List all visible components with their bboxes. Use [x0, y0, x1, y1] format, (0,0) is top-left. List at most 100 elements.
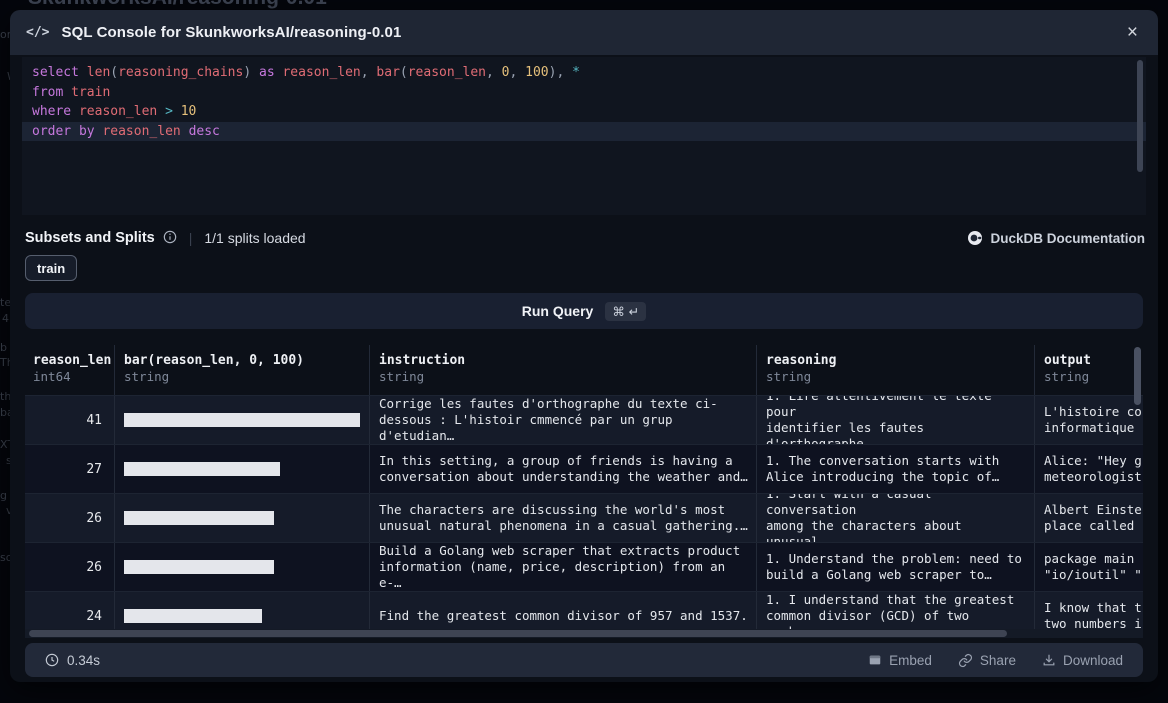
column-type: int64 — [25, 368, 114, 384]
column-type: string — [1035, 368, 1143, 384]
clock-icon — [45, 653, 59, 667]
column-header-output: outputstring — [1035, 345, 1143, 395]
column-type: string — [370, 368, 756, 384]
bar-glyph — [124, 560, 274, 574]
column-header-reason-len: reason_lenint64 — [25, 345, 115, 395]
background-page-title: SkunkworksAI/reasoning-0.01 — [28, 0, 388, 9]
sql-code: select len(reasoning_chains) as reason_l… — [22, 57, 1146, 141]
divider: | — [189, 230, 193, 246]
query-duration: 0.34s — [45, 653, 100, 668]
cell-output-text: Alice: "Hey g meteorologist — [1044, 453, 1142, 485]
duckdb-docs-link[interactable]: DuckDB Documentation — [967, 230, 1145, 246]
cell-output-text: L'histoire co informatique — [1044, 404, 1142, 436]
bar-glyph — [124, 462, 280, 476]
page: SkunkworksAI/reasoning-0.01 orWte4bThthb… — [0, 0, 1168, 703]
scrollbar-thumb[interactable] — [29, 630, 1007, 637]
info-icon[interactable] — [163, 230, 177, 247]
background-fragment: 4 — [2, 312, 9, 325]
cell-reasoning-text: 1. Lire attentivement le texte pour iden… — [766, 396, 1028, 444]
cell-instruction-text: Find the greatest common divisor of 957 … — [379, 608, 748, 624]
embed-button[interactable]: Embed — [868, 653, 932, 668]
cell-bar — [115, 494, 370, 542]
cell-instruction-text: Corrige les fautes d'orthographe du text… — [379, 396, 750, 444]
cell-output: package main "io/ioutil" " — [1035, 543, 1143, 591]
column-name: output — [1035, 345, 1143, 368]
sql-editor[interactable]: select len(reasoning_chains) as reason_l… — [22, 57, 1146, 215]
bar-glyph — [124, 413, 360, 427]
link-icon — [958, 653, 973, 668]
table-vertical-scrollbar[interactable] — [1134, 347, 1141, 405]
column-header-instruction: instructionstring — [370, 345, 757, 395]
table-header-row: reason_lenint64bar(reason_len, 0, 100)st… — [25, 345, 1143, 395]
table-row: 41 Corrige les fautes d'orthographe du te… — [25, 395, 1143, 444]
subsets-title: Subsets and Splits — [25, 230, 155, 246]
column-type: string — [115, 368, 369, 384]
modal-header: </> SQL Console for SkunkworksAI/reasoni… — [10, 10, 1158, 55]
cell-reasoning: 1. Start with a casual conversation amon… — [757, 494, 1035, 542]
cell-reason-len: 26 — [25, 543, 115, 591]
sql-line: where reason_len > 10 — [22, 102, 1146, 122]
cell-reasoning: 1. Understand the problem: need to build… — [757, 543, 1035, 591]
table-row: 26 The characters are discussing the worl… — [25, 493, 1143, 542]
cell-reason-len: 41 — [25, 396, 115, 444]
query-footer: 0.34s Embed Share — [25, 643, 1143, 677]
column-name: reason_len — [25, 345, 114, 368]
duration-value: 0.34s — [67, 653, 100, 668]
cell-output-text: package main "io/ioutil" " — [1044, 551, 1142, 583]
run-query-button[interactable]: Run Query ⌘ ↵ — [25, 293, 1143, 329]
modal-title: SQL Console for SkunkworksAI/reasoning-0… — [61, 24, 401, 41]
subsets-row: Subsets and Splits | 1/1 splits loaded D… — [25, 227, 1145, 249]
cell-reason-len: 26 — [25, 494, 115, 542]
table-horizontal-scrollbar[interactable] — [25, 629, 1143, 638]
share-label: Share — [980, 653, 1016, 668]
cell-output: Albert Einste place called — [1035, 494, 1143, 542]
background-fragment: b — [0, 341, 7, 354]
cell-output: L'histoire co informatique — [1035, 396, 1143, 444]
cell-bar — [115, 396, 370, 444]
embed-label: Embed — [889, 653, 932, 668]
download-icon — [1042, 653, 1056, 667]
column-header-bar-reason-len-0-100-: bar(reason_len, 0, 100)string — [115, 345, 370, 395]
embed-icon — [868, 653, 882, 667]
cell-instruction: Corrige les fautes d'orthographe du text… — [370, 396, 757, 444]
splits-loaded-status: 1/1 splits loaded — [204, 230, 305, 246]
background-fragment: g — [0, 489, 7, 502]
cell-bar — [115, 445, 370, 493]
cell-reasoning: 1. Lire attentivement le texte pour iden… — [757, 396, 1035, 444]
cell-reasoning-text: 1. Understand the problem: need to build… — [766, 551, 1022, 583]
cell-reasoning-text: 1. The conversation starts with Alice in… — [766, 453, 999, 485]
code-icon: </> — [26, 25, 49, 40]
cell-output-text: Albert Einste place called — [1044, 502, 1142, 534]
duckdb-docs-label: DuckDB Documentation — [990, 231, 1145, 246]
sql-line: order by reason_len desc — [22, 122, 1146, 142]
close-icon[interactable]: × — [1123, 21, 1142, 44]
sql-console-modal: </> SQL Console for SkunkworksAI/reasoni… — [10, 10, 1158, 682]
table-row: 26 Build a Golang web scraper that extrac… — [25, 542, 1143, 591]
cell-instruction-text: The characters are discussing the world'… — [379, 502, 748, 534]
sql-line: select len(reasoning_chains) as reason_l… — [22, 63, 1146, 83]
editor-scrollbar[interactable] — [1137, 60, 1143, 172]
cell-bar — [115, 543, 370, 591]
split-chip-train[interactable]: train — [25, 255, 77, 281]
cmd-enter-kbd: ⌘ ↵ — [605, 302, 646, 321]
cell-reason-len: 27 — [25, 445, 115, 493]
results-table: reason_lenint64bar(reason_len, 0, 100)st… — [25, 345, 1143, 638]
bar-glyph — [124, 511, 274, 525]
cell-instruction: The characters are discussing the world'… — [370, 494, 757, 542]
cell-output: Alice: "Hey g meteorologist — [1035, 445, 1143, 493]
split-chip-label: train — [37, 261, 65, 276]
download-label: Download — [1063, 653, 1123, 668]
cell-instruction-text: In this setting, a group of friends is h… — [379, 453, 748, 485]
download-button[interactable]: Download — [1042, 653, 1123, 668]
cell-output-text: I know that t two numbers i — [1044, 600, 1142, 632]
run-query-label: Run Query — [522, 303, 594, 319]
share-button[interactable]: Share — [958, 653, 1016, 668]
bar-glyph — [124, 609, 262, 623]
cell-reasoning: 1. The conversation starts with Alice in… — [757, 445, 1035, 493]
column-header-reasoning: reasoningstring — [757, 345, 1035, 395]
cell-instruction-text: Build a Golang web scraper that extracts… — [379, 543, 750, 591]
column-name: bar(reason_len, 0, 100) — [115, 345, 369, 368]
table-row: 27 In this setting, a group of friends is… — [25, 444, 1143, 493]
cell-instruction: In this setting, a group of friends is h… — [370, 445, 757, 493]
cell-instruction: Build a Golang web scraper that extracts… — [370, 543, 757, 591]
